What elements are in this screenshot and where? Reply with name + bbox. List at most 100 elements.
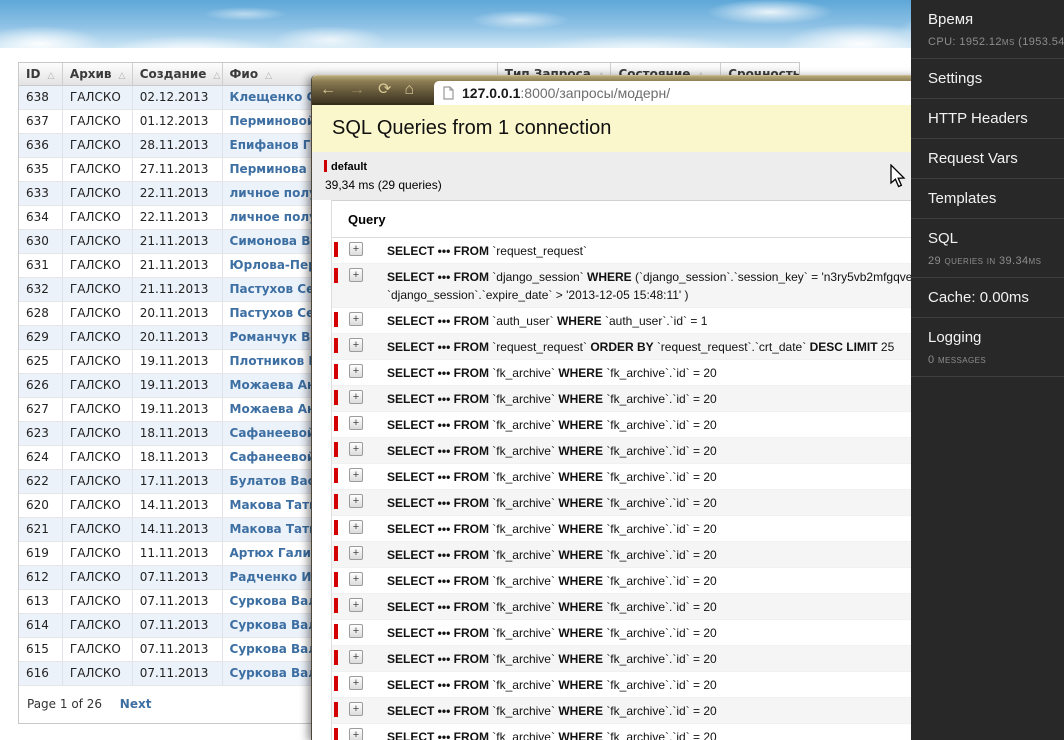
table-cell: 629 — [19, 326, 63, 349]
sort-icon: △ — [265, 71, 272, 81]
expand-query-button[interactable]: + — [349, 268, 363, 282]
expand-query-button[interactable]: + — [349, 416, 363, 430]
connection-color-bar — [324, 160, 327, 172]
table-cell: ГАЛСКО — [63, 206, 133, 229]
column-header-0[interactable]: ID△ — [19, 63, 63, 85]
query-time-bar — [334, 624, 338, 639]
table-cell: ГАЛСКО — [63, 662, 133, 685]
toolbar-item-время[interactable]: ВремяCPU: 1952.12ms (1953.54 — [911, 0, 1064, 59]
table-cell: 625 — [19, 350, 63, 373]
expand-query-button[interactable]: + — [349, 546, 363, 560]
expand-query-button[interactable]: + — [349, 242, 363, 256]
table-cell: 636 — [19, 134, 63, 157]
expand-query-button[interactable]: + — [349, 520, 363, 534]
toolbar-item-request-vars[interactable]: Request Vars — [911, 139, 1064, 179]
table-cell: 07.11.2013 — [133, 662, 223, 685]
table-cell: 21.11.2013 — [133, 278, 223, 301]
table-cell: ГАЛСКО — [63, 302, 133, 325]
back-button-icon[interactable]: ← — [320, 82, 336, 98]
connection-name: default — [331, 161, 367, 173]
column-header-1[interactable]: Архив△ — [63, 63, 133, 85]
query-time-bar — [334, 416, 338, 431]
table-cell: 17.11.2013 — [133, 470, 223, 493]
toolbar-item-logging[interactable]: Logging 0 messages — [911, 318, 1064, 377]
query-time-bar — [334, 468, 338, 483]
query-sql-text: SELECT ••• FROM `fk_archive` WHERE `fk_a… — [387, 600, 717, 614]
forward-button-icon[interactable]: → — [349, 82, 365, 98]
expand-query-button[interactable]: + — [349, 624, 363, 638]
table-cell: 626 — [19, 374, 63, 397]
toolbar-item-detail: 29 queries in 39.34ms — [928, 254, 1058, 268]
table-cell: 02.12.2013 — [133, 86, 223, 109]
query-sql-text: SELECT ••• FROM `fk_archive` WHERE `fk_a… — [387, 444, 717, 458]
query-sql-text: SELECT ••• FROM `fk_archive` WHERE `fk_a… — [387, 730, 717, 740]
expand-query-button[interactable]: + — [349, 338, 363, 352]
expand-query-button[interactable]: + — [349, 364, 363, 378]
query-time-bar — [334, 650, 338, 665]
expand-query-button[interactable]: + — [349, 494, 363, 508]
table-cell: 631 — [19, 254, 63, 277]
table-cell: 01.12.2013 — [133, 110, 223, 133]
url-path: :8000/запросы/модерн/ — [520, 85, 670, 101]
column-header-2[interactable]: Создание△ — [133, 63, 223, 85]
table-cell: 623 — [19, 422, 63, 445]
expand-query-button[interactable]: + — [349, 650, 363, 664]
table-cell: 18.11.2013 — [133, 422, 223, 445]
table-cell: 630 — [19, 230, 63, 253]
toolbar-item-label: Logging — [928, 328, 1058, 348]
query-sql-text: SELECT ••• FROM `fk_archive` WHERE `fk_a… — [387, 496, 717, 510]
table-cell: ГАЛСКО — [63, 134, 133, 157]
query-time-bar — [334, 364, 338, 379]
table-cell: ГАЛСКО — [63, 590, 133, 613]
table-cell: 27.11.2013 — [133, 158, 223, 181]
table-cell: ГАЛСКО — [63, 422, 133, 445]
expand-query-button[interactable]: + — [349, 702, 363, 716]
expand-query-button[interactable]: + — [349, 312, 363, 326]
table-cell: ГАЛСКО — [63, 158, 133, 181]
expand-query-button[interactable]: + — [349, 572, 363, 586]
table-cell: 07.11.2013 — [133, 614, 223, 637]
query-sql-text: SELECT ••• FROM `fk_archive` WHERE `fk_a… — [387, 418, 717, 432]
toolbar-item-settings[interactable]: Settings — [911, 59, 1064, 99]
table-cell: ГАЛСКО — [63, 110, 133, 133]
query-sql-text: SELECT ••• FROM `fk_archive` WHERE `fk_a… — [387, 704, 717, 718]
table-cell: 20.11.2013 — [133, 302, 223, 325]
toolbar-item-sql[interactable]: SQL29 queries in 39.34ms — [911, 219, 1064, 278]
table-cell: ГАЛСКО — [63, 542, 133, 565]
query-sql-text: SELECT ••• FROM `fk_archive` WHERE `fk_a… — [387, 470, 717, 484]
table-cell: 18.11.2013 — [133, 446, 223, 469]
sql-panel-title: SQL Queries from 1 connection — [332, 117, 611, 140]
table-cell: 19.11.2013 — [133, 398, 223, 421]
expand-query-button[interactable]: + — [349, 728, 363, 740]
table-cell: 615 — [19, 638, 63, 661]
toolbar-item-label: Cache: 0.00ms — [928, 288, 1058, 308]
query-sql-text: SELECT ••• FROM `fk_archive` WHERE `fk_a… — [387, 548, 717, 562]
table-cell: ГАЛСКО — [63, 446, 133, 469]
expand-query-button[interactable]: + — [349, 390, 363, 404]
toolbar-item-detail: 0 messages — [928, 353, 1058, 367]
table-cell: 616 — [19, 662, 63, 685]
expand-query-button[interactable]: + — [349, 676, 363, 690]
toolbar-item-label: Settings — [928, 69, 1058, 89]
expand-query-button[interactable]: + — [349, 442, 363, 456]
toolbar-item-cache-0-00ms[interactable]: Cache: 0.00ms — [911, 278, 1064, 318]
next-page-link[interactable]: Next — [120, 697, 152, 711]
url-text: 127.0.0.1:8000/запросы/модерн/ — [462, 85, 670, 101]
table-cell: ГАЛСКО — [63, 470, 133, 493]
toolbar-item-label: Request Vars — [928, 149, 1058, 169]
expand-query-button[interactable]: + — [349, 598, 363, 612]
expand-query-button[interactable]: + — [349, 468, 363, 482]
table-cell: 632 — [19, 278, 63, 301]
query-sql-text: SELECT ••• FROM `fk_archive` WHERE `fk_a… — [387, 626, 717, 640]
toolbar-item-http-headers[interactable]: HTTP Headers — [911, 99, 1064, 139]
query-time-bar — [334, 442, 338, 457]
table-cell: 22.11.2013 — [133, 182, 223, 205]
query-sql-text: SELECT ••• FROM `fk_archive` WHERE `fk_a… — [387, 652, 717, 666]
toolbar-item-templates[interactable]: Templates — [911, 179, 1064, 219]
table-cell: 624 — [19, 446, 63, 469]
table-cell: ГАЛСКО — [63, 326, 133, 349]
table-cell: 19.11.2013 — [133, 350, 223, 373]
reload-button-icon[interactable]: ⟳ — [378, 82, 391, 98]
query-time-bar — [334, 390, 338, 405]
home-button-icon[interactable]: ⌂ — [404, 82, 414, 98]
